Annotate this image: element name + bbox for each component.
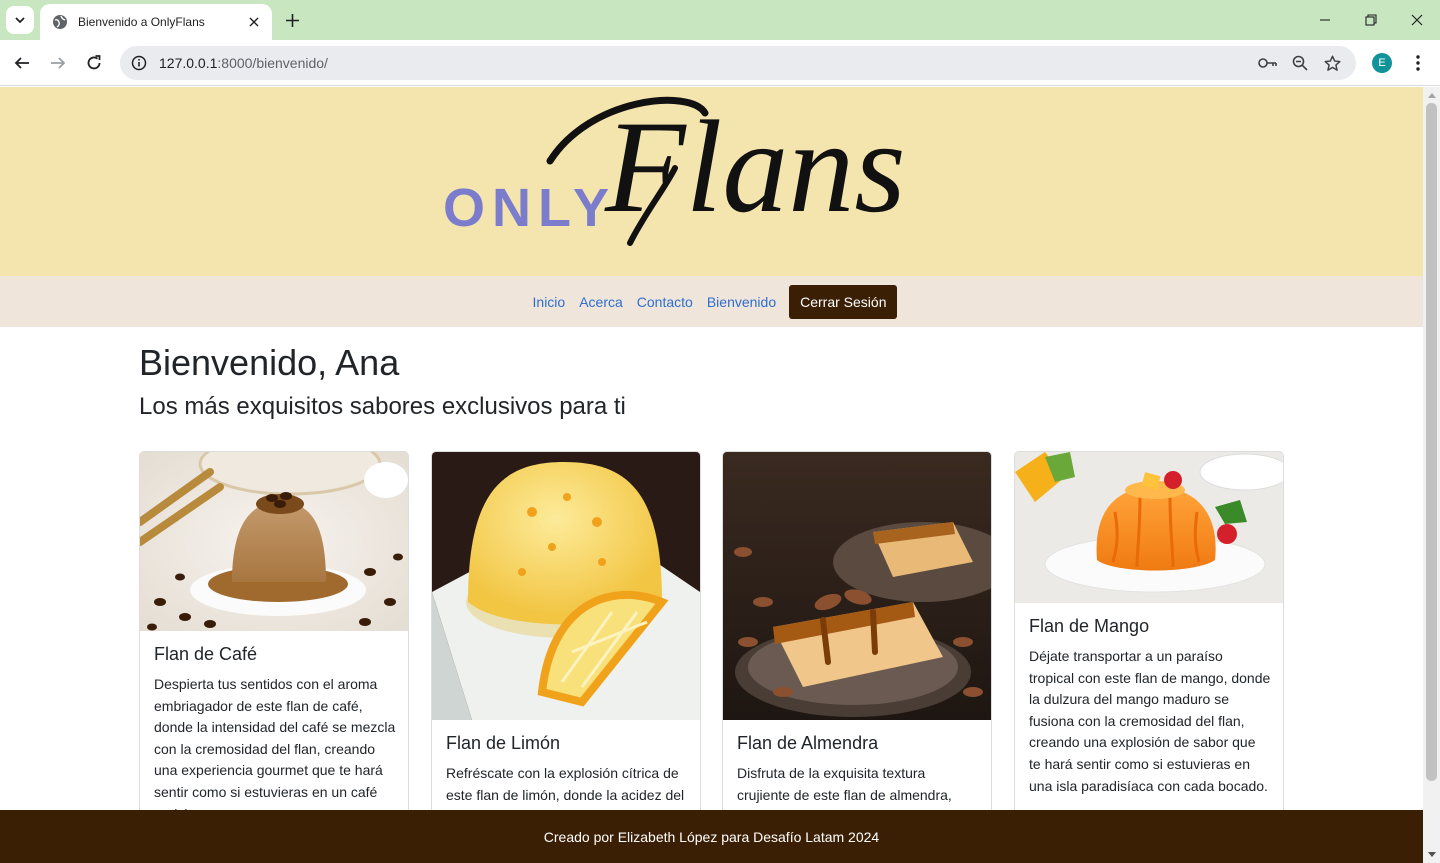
scroll-down-arrow-icon[interactable] <box>1423 847 1440 863</box>
svg-text:ONLY: ONLY <box>443 178 616 238</box>
flan-card-cafe: Flan de Café Despierta tus sentidos con … <box>139 451 409 863</box>
browser-tab-strip: Bienvenido a OnlyFlans <box>0 0 1440 40</box>
arrow-right-icon <box>51 57 66 69</box>
address-bar[interactable]: 127.0.0.1:8000/bienvenido/ <box>120 46 1356 80</box>
chevron-down-icon <box>15 17 25 24</box>
site-footer: Creado por Elizabeth López para Desafío … <box>0 810 1423 863</box>
footer-credit: Creado por Elizabeth López para Desafío … <box>543 828 880 845</box>
profile-avatar[interactable]: E <box>1372 53 1392 73</box>
card-title: Flan de Limón <box>446 733 561 753</box>
flan-card-mango: Flan de Mango Déjate transportar a un pa… <box>1014 451 1284 863</box>
more-vert-icon <box>1416 55 1420 71</box>
zoom-icon[interactable] <box>1288 51 1312 75</box>
scroll-up-arrow-icon[interactable] <box>1423 87 1440 103</box>
card-title: Flan de Mango <box>1029 616 1150 636</box>
onlyflans-logo: ONLY Flans <box>443 93 906 246</box>
flan-card-almendra: Flan de Almendra Disfruta de la exquisit… <box>722 451 992 863</box>
minimize-icon <box>1320 19 1330 21</box>
nav-link-acerca[interactable]: Acerca <box>579 294 623 310</box>
reload-button[interactable] <box>80 49 108 77</box>
restore-icon <box>1365 14 1377 26</box>
page-viewport: ONLY Flans Inicio Acerca Contacto Bienve… <box>0 87 1423 863</box>
card-text: Despierta tus sentidos con el aroma embr… <box>154 676 396 822</box>
nav-link-contacto[interactable]: Contacto <box>637 294 693 310</box>
browser-toolbar: 127.0.0.1:8000/bienvenido/ E <box>0 40 1440 86</box>
close-tab-icon[interactable] <box>246 14 262 30</box>
card-text: Déjate transportar a un paraíso tropical… <box>1029 648 1271 794</box>
page-title: Bienvenido, Ana <box>139 342 400 383</box>
new-tab-button[interactable] <box>280 8 304 32</box>
browser-tab-active[interactable]: Bienvenido a OnlyFlans <box>40 4 272 40</box>
restore-button[interactable] <box>1359 8 1383 32</box>
bookmark-star-icon[interactable] <box>1320 51 1344 75</box>
browser-menu-button[interactable] <box>1406 51 1430 75</box>
plus-icon <box>285 13 299 27</box>
arrow-left-icon <box>14 57 29 69</box>
back-button[interactable] <box>8 49 36 77</box>
close-icon <box>1411 14 1423 26</box>
forward-button[interactable] <box>44 49 72 77</box>
page-subtitle: Los más exquisitos sabores exclusivos pa… <box>139 393 626 420</box>
card-title: Flan de Café <box>154 644 258 664</box>
page-scrollbar[interactable] <box>1423 87 1440 863</box>
close-window-button[interactable] <box>1405 8 1429 32</box>
password-key-icon[interactable] <box>1256 51 1280 75</box>
minimize-button[interactable] <box>1313 8 1337 32</box>
site-info-icon[interactable] <box>122 46 156 80</box>
card-image-almendra <box>723 452 991 720</box>
flan-card-limon: Flan de Limón Refréscate con la explosió… <box>431 451 701 863</box>
hero-banner: ONLY Flans <box>0 87 1423 276</box>
nav-link-inicio[interactable]: Inicio <box>533 294 566 310</box>
svg-text:Flans: Flans <box>604 93 906 240</box>
tab-search-button[interactable] <box>6 6 34 34</box>
nav-link-bienvenido[interactable]: Bienvenido <box>707 294 776 310</box>
card-image-mango <box>1015 452 1283 603</box>
site-navbar: Inicio Acerca Contacto Bienvenido Cerrar… <box>0 276 1423 327</box>
url-text: 127.0.0.1:8000/bienvenido/ <box>159 55 328 71</box>
card-title: Flan de Almendra <box>737 733 879 753</box>
card-image-cafe <box>140 452 408 631</box>
tab-title: Bienvenido a OnlyFlans <box>78 15 205 29</box>
reload-icon <box>87 55 101 70</box>
scrollbar-thumb[interactable] <box>1426 103 1437 781</box>
logout-button[interactable]: Cerrar Sesión <box>789 284 898 319</box>
globe-icon <box>53 15 67 29</box>
card-image-limon <box>432 452 700 720</box>
